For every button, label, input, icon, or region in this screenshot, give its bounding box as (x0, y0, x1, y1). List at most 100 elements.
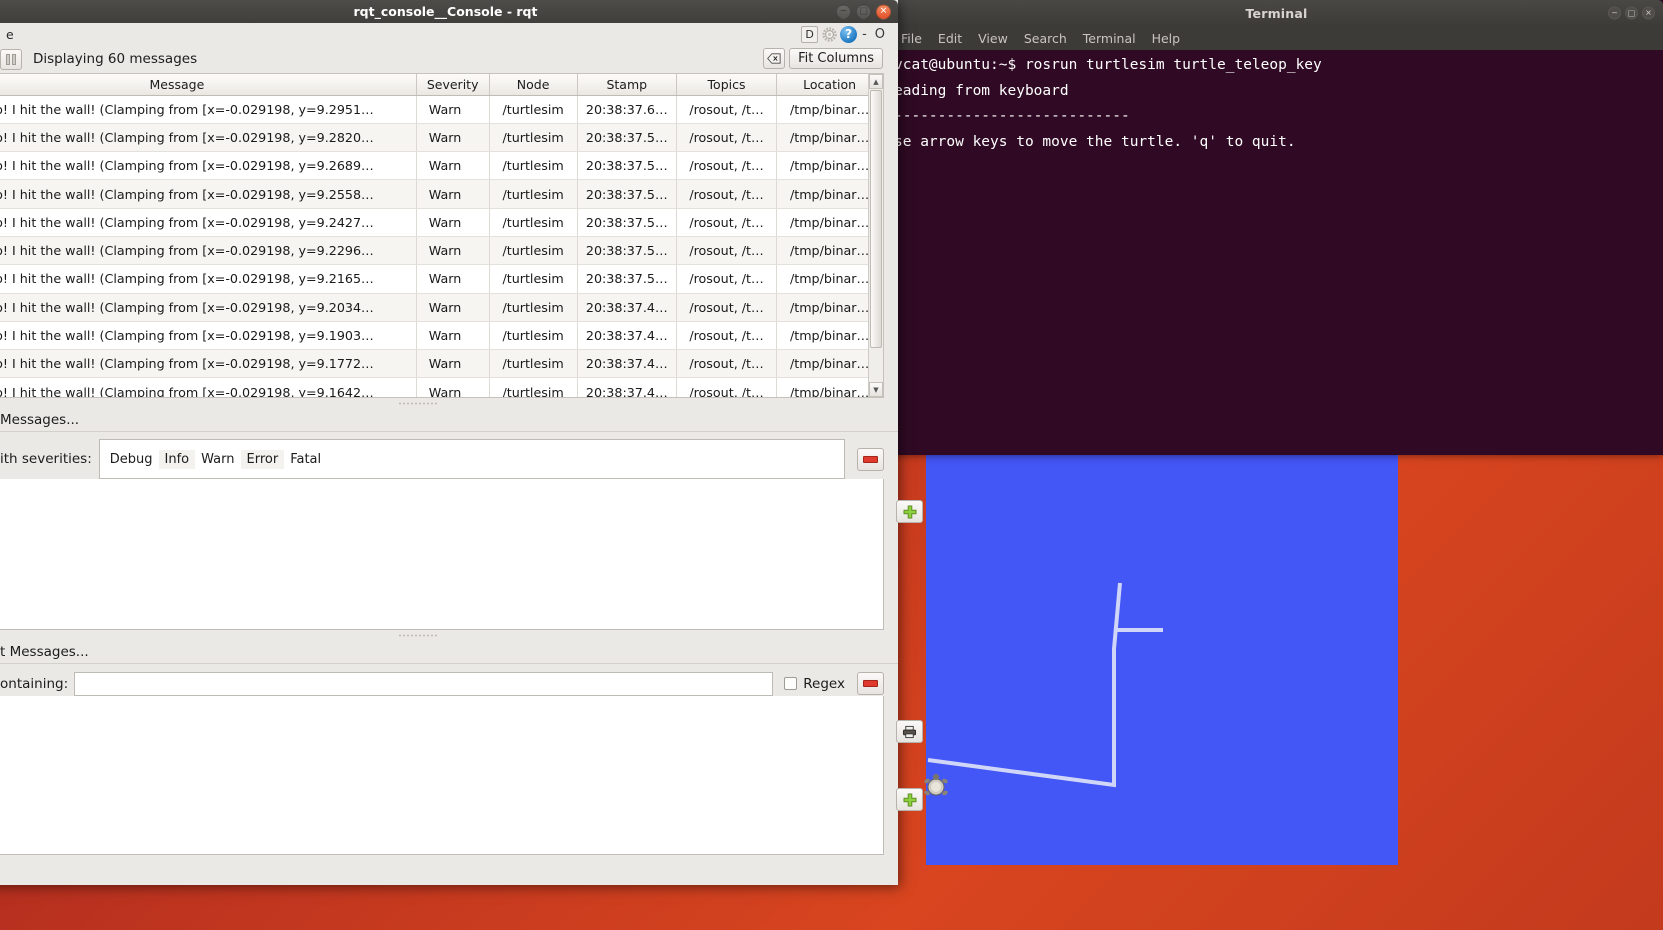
column-header-severity[interactable]: Severity (416, 74, 490, 96)
severity-options-list[interactable]: Debug Info Warn Error Fatal (98, 439, 845, 479)
turtlesim-window[interactable] (926, 455, 1398, 865)
terminal-window[interactable]: Terminal ─ □ ✕ File Edit View Search Ter… (890, 0, 1663, 455)
table-row[interactable]: !Oh no! I hit the wall! (Clamping from [… (0, 349, 883, 379)
severity-option-fatal[interactable]: Fatal (284, 450, 327, 469)
rqt-statusbar (0, 865, 898, 885)
cell-topics: /rosout, /t… (676, 236, 778, 266)
table-row[interactable]: !Oh no! I hit the wall! (Clamping from [… (0, 264, 883, 294)
terminal-menubar: File Edit View Search Terminal Help (890, 26, 1663, 50)
cell-message: !Oh no! I hit the wall! (Clamping from [… (0, 123, 417, 153)
toolbar-right-group: Fit Columns (763, 48, 883, 69)
message-text: Oh no! I hit the wall! (Clamping from [x… (0, 243, 374, 259)
cell-severity: Warn (416, 151, 490, 181)
severity-option-info[interactable]: Info (158, 449, 196, 469)
column-header-message[interactable]: Message (0, 74, 417, 96)
regex-label: Regex (803, 675, 845, 692)
menu-help[interactable]: Help (1145, 29, 1188, 48)
gear-icon[interactable] (820, 25, 838, 43)
menu-view[interactable]: View (971, 29, 1015, 48)
window-minimize-glyph[interactable]: - (859, 27, 870, 42)
pause-icon[interactable] (0, 48, 22, 70)
fit-columns-button[interactable]: Fit Columns (789, 48, 883, 69)
message-table: Message Severity Node Stamp Topics Locat… (0, 74, 883, 397)
close-icon[interactable]: ✕ (876, 4, 891, 19)
cell-message: !Oh no! I hit the wall! (Clamping from [… (0, 179, 417, 209)
severity-option-debug[interactable]: Debug (104, 450, 159, 469)
cell-message: !Oh no! I hit the wall! (Clamping from [… (0, 95, 417, 124)
message-text: Oh no! I hit the wall! (Clamping from [x… (0, 328, 374, 344)
regex-checkbox[interactable] (784, 677, 798, 690)
table-row[interactable]: !Oh no! I hit the wall! (Clamping from [… (0, 123, 883, 153)
severity-option-error[interactable]: Error (240, 449, 285, 469)
cell-topics: /rosout, /t… (676, 264, 778, 294)
minimize-icon[interactable]: ─ (836, 4, 851, 19)
menu-edit[interactable]: Edit (931, 29, 969, 48)
cell-stamp: 20:38:37.5… (577, 151, 677, 181)
dock-button[interactable]: D (801, 25, 819, 43)
minus-icon[interactable] (857, 672, 884, 695)
printer-icon[interactable] (896, 720, 923, 743)
menu-search[interactable]: Search (1017, 29, 1074, 48)
table-row[interactable]: !Oh no! I hit the wall! (Clamping from [… (0, 151, 883, 181)
table-row[interactable]: !Oh no! I hit the wall! (Clamping from [… (0, 377, 883, 397)
scroll-up-icon[interactable]: ▲ (869, 74, 883, 89)
clear-icon[interactable] (763, 48, 786, 69)
menu-file[interactable]: File (894, 29, 929, 48)
message-table-region[interactable]: Message Severity Node Stamp Topics Locat… (0, 73, 884, 398)
scroll-down-icon[interactable]: ▼ (869, 382, 883, 397)
cell-stamp: 20:38:37.4… (577, 377, 677, 397)
window-restore-glyph[interactable]: O (872, 27, 888, 42)
plus-icon[interactable] (896, 500, 923, 523)
cell-message: !Oh no! I hit the wall! (Clamping from [… (0, 264, 417, 294)
cell-node: /turtlesim (489, 236, 578, 266)
table-row[interactable]: !Oh no! I hit the wall! (Clamping from [… (0, 95, 883, 124)
message-text: Oh no! I hit the wall! (Clamping from [x… (0, 101, 374, 117)
menu-file[interactable]: e (0, 27, 20, 42)
close-icon[interactable]: ✕ (1642, 6, 1655, 20)
regex-checkbox-group[interactable]: Regex (784, 676, 845, 692)
table-vertical-scrollbar[interactable]: ▲ ▼ (868, 74, 883, 397)
column-header-topics[interactable]: Topics (676, 74, 778, 96)
with-severities-label: ith severities: (0, 439, 99, 479)
table-filter-splitter[interactable] (0, 398, 898, 408)
rqt-console-window[interactable]: rqt_console__Console - rqt ─ □ ✕ e D ? -… (0, 0, 923, 885)
filter-highlight-splitter[interactable] (0, 630, 898, 640)
exclude-messages-header: Messages... (0, 408, 898, 432)
table-row[interactable]: !Oh no! I hit the wall! (Clamping from [… (0, 321, 883, 351)
exclude-severity-row: ith severities: Debug Info Warn Error Fa… (0, 439, 884, 479)
maximize-icon[interactable]: □ (1625, 6, 1638, 20)
severity-option-warn[interactable]: Warn (195, 450, 240, 469)
displaying-messages-label: Displaying 60 messages (33, 51, 198, 67)
cell-severity: Warn (416, 123, 490, 153)
scrollbar-thumb[interactable] (870, 90, 882, 348)
cell-location: /tmp/binar… (776, 123, 883, 153)
cell-topics: /rosout, /t… (676, 95, 778, 124)
cell-stamp: 20:38:37.4… (577, 349, 677, 379)
cell-node: /turtlesim (489, 321, 578, 351)
rqt-menubar: e D ? - O (0, 23, 898, 45)
table-row[interactable]: !Oh no! I hit the wall! (Clamping from [… (0, 236, 883, 266)
minus-icon[interactable] (857, 447, 884, 471)
column-header-stamp[interactable]: Stamp (577, 74, 677, 96)
highlight-containing-row: ontaining: Regex (0, 671, 884, 696)
cell-location: /tmp/binar… (776, 179, 883, 209)
cell-topics: /rosout, /t… (676, 349, 778, 379)
help-icon[interactable]: ? (840, 25, 858, 43)
containing-input[interactable] (74, 671, 774, 696)
table-row[interactable]: !Oh no! I hit the wall! (Clamping from [… (0, 208, 883, 237)
maximize-icon[interactable]: □ (856, 4, 871, 19)
rqt-titlebar[interactable]: rqt_console__Console - rqt ─ □ ✕ (0, 0, 898, 23)
cell-severity: Warn (416, 236, 490, 266)
minimize-icon[interactable]: ─ (1608, 6, 1621, 20)
terminal-titlebar[interactable]: Terminal ─ □ ✕ (890, 0, 1663, 26)
terminal-output[interactable]: vcat@ubuntu:~$ rosrun turtlesim turtle_t… (890, 50, 1663, 455)
plus-icon[interactable] (896, 788, 923, 811)
table-row[interactable]: !Oh no! I hit the wall! (Clamping from [… (0, 293, 883, 322)
column-header-location[interactable]: Location (776, 74, 883, 96)
menu-terminal[interactable]: Terminal (1076, 29, 1143, 48)
table-row[interactable]: !Oh no! I hit the wall! (Clamping from [… (0, 179, 883, 209)
cell-severity: Warn (416, 179, 490, 209)
column-header-node[interactable]: Node (489, 74, 578, 96)
message-table-body: !Oh no! I hit the wall! (Clamping from [… (0, 95, 883, 397)
terminal-line: se arrow keys to move the turtle. 'q' to… (894, 133, 1296, 150)
